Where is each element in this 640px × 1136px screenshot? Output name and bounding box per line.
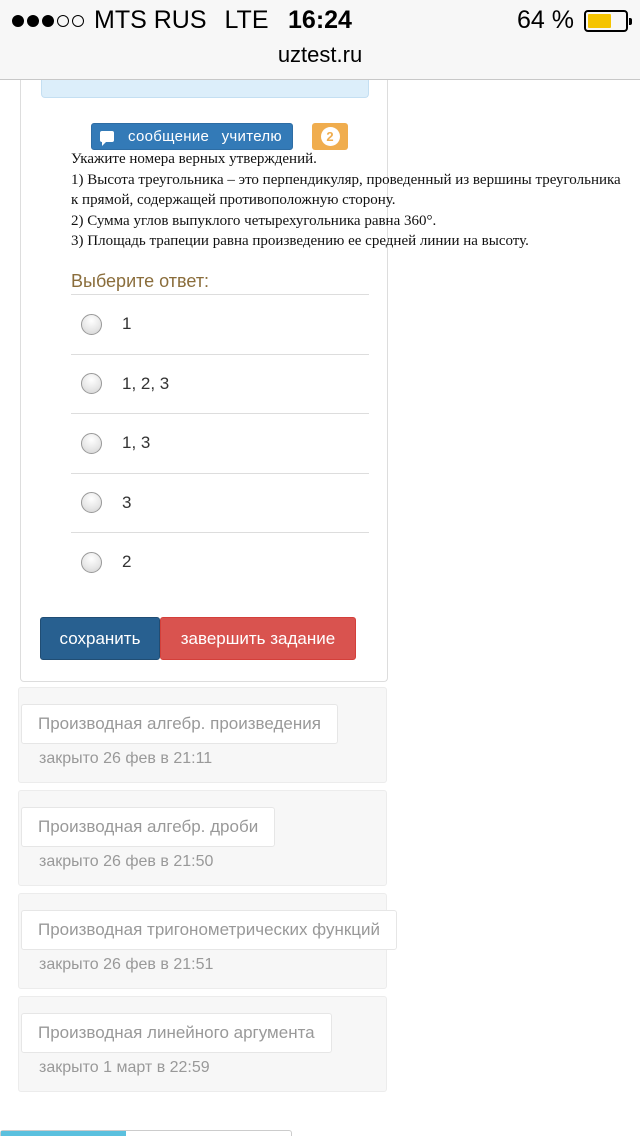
closed-task-card: Производная линейного аргумента закрыто … <box>18 996 387 1092</box>
closed-task-status: закрыто 26 фев в 21:51 <box>39 956 214 973</box>
closed-task-card: Производная тригонометрических функций з… <box>18 893 398 989</box>
question-card: сообщение учителю 2 Укажите номера верны… <box>20 80 621 682</box>
closed-task-card: Производная алгебр. произведения закрыто… <box>18 687 387 783</box>
closed-task-title-button[interactable]: Производная линейного аргумента <box>21 1013 332 1053</box>
answer-option[interactable]: 3 <box>71 472 369 533</box>
message-teacher-label: сообщение учителю <box>128 128 282 145</box>
answer-options: 1 1, 2, 3 1, 3 3 2 <box>71 294 369 592</box>
battery-icon <box>584 9 632 32</box>
battery-level-fill <box>588 13 612 28</box>
closed-task-status: закрыто 26 фев в 21:50 <box>39 853 214 870</box>
bottom-tab-active[interactable] <box>1 1131 126 1136</box>
status-bar: MTS RUS LTE 16:24 64 % <box>0 0 640 40</box>
answer-option-label: 1, 3 <box>122 433 151 453</box>
closed-task-status: закрыто 26 фев в 21:11 <box>39 750 213 767</box>
question-text: Укажите номера верных утверждений. 1) Вы… <box>71 149 640 252</box>
message-teacher-button[interactable]: сообщение учителю <box>91 123 293 150</box>
question-line: к прямой, содержащей противоположную сто… <box>71 192 396 208</box>
battery-percent: 64 % <box>517 6 574 34</box>
answer-option[interactable]: 1, 3 <box>71 413 369 473</box>
radio-button[interactable] <box>81 492 102 514</box>
question-line: 3) Площадь трапеции равна произведению е… <box>71 233 529 249</box>
info-panel <box>41 80 369 98</box>
answer-option[interactable]: 1, 2, 3 <box>71 353 369 414</box>
answer-option-label: 2 <box>122 552 132 572</box>
closed-task-title-button[interactable]: Производная алгебр. дроби <box>21 807 276 847</box>
question-line: 2) Сумма углов выпуклого четырехугольник… <box>71 212 437 229</box>
answer-option[interactable]: 1 <box>71 294 369 354</box>
closed-task-status: закрыто 1 март в 22:59 <box>39 1059 210 1076</box>
save-button[interactable]: сохранить <box>40 617 160 660</box>
url-text[interactable]: uztest.ru <box>278 42 362 67</box>
answer-option-label: 1 <box>122 314 132 334</box>
choose-answer-label: Выберите ответ: <box>71 271 210 291</box>
closed-task-title-button[interactable]: Производная алгебр. произведения <box>21 704 338 744</box>
radio-button[interactable] <box>81 551 102 573</box>
radio-button[interactable] <box>81 432 102 454</box>
radio-button[interactable] <box>81 373 102 395</box>
bottom-tab-strip[interactable] <box>0 1130 292 1136</box>
question-line: 1) Высота треугольника – это перпендикул… <box>71 171 621 188</box>
answer-option-label: 3 <box>122 492 132 512</box>
badge-count: 2 <box>320 127 340 146</box>
answer-option[interactable]: 2 <box>71 532 369 592</box>
closed-task-card: Производная алгебр. дроби закрыто 26 фев… <box>18 790 387 886</box>
radio-button[interactable] <box>81 313 102 335</box>
address-bar[interactable]: uztest.ru <box>0 40 640 80</box>
chat-bubble-icon <box>100 131 114 146</box>
question-line: Укажите номера верных утверждений. <box>71 151 317 167</box>
answer-option-label: 1, 2, 3 <box>122 373 170 393</box>
finish-task-button[interactable]: завершить задание <box>160 617 356 660</box>
status-right: 64 % <box>517 6 632 35</box>
closed-task-title-button[interactable]: Производная тригонометрических функций <box>21 910 398 950</box>
message-count-badge[interactable]: 2 <box>312 123 348 150</box>
